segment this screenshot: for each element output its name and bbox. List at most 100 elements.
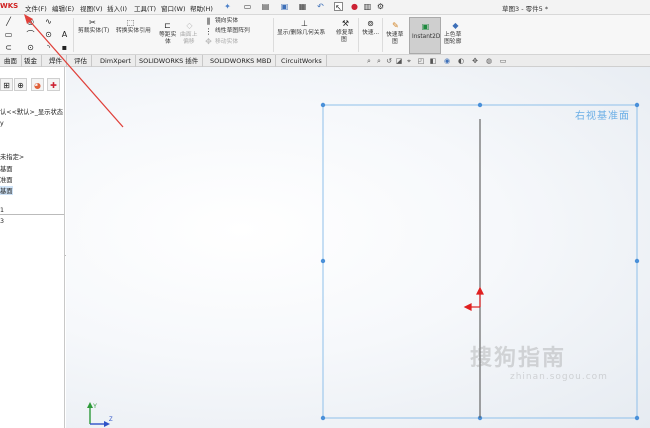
offset-entities-label[interactable]: 等距实 [159, 32, 176, 39]
convert-entities-icon[interactable]: ⬚ [126, 18, 135, 27]
rapid-sketch-label[interactable]: 快速草 [386, 32, 403, 39]
move-entities-icon[interactable]: ✥ [204, 37, 213, 46]
view-orientation-icon[interactable]: ◰ [417, 57, 425, 66]
offset-entities-icon[interactable]: ⊏ [163, 21, 172, 30]
spline-tool-icon[interactable]: ∿ [44, 17, 53, 26]
slot-tool-icon[interactable]: ⊂ [4, 43, 13, 52]
tree-material[interactable]: 未指定> [0, 152, 24, 161]
file-properties-icon[interactable]: ▥ [363, 2, 372, 11]
print-icon[interactable]: ▦ [298, 2, 307, 11]
relations-icon[interactable]: ⊥ [300, 19, 309, 28]
trim-button[interactable]: 剪裁实体(T) [78, 28, 109, 35]
configuration-tab[interactable]: ⊕ [14, 78, 27, 91]
text-tool-icon[interactable]: A [60, 30, 69, 39]
previous-view-icon[interactable]: ↺ [385, 57, 393, 66]
tree-right-plane[interactable]: 基面 [0, 186, 13, 195]
offset-surface-label[interactable]: 曲面上 [180, 32, 197, 39]
plane-handle[interactable] [477, 102, 483, 108]
repair-sketch-label-2[interactable]: 图 [341, 37, 347, 44]
shaded-sketch-icon[interactable]: ◆ [451, 21, 460, 30]
tree-item[interactable]: 3 [0, 218, 4, 225]
save-icon[interactable]: ▣ [280, 2, 289, 11]
pin-icon[interactable]: ✦ [223, 2, 232, 11]
shaded-sketch-label-2[interactable]: 图轮廓 [444, 39, 461, 46]
view-settings-icon[interactable]: ◍ [485, 57, 493, 66]
rapid-sketch-label-2[interactable]: 图 [392, 39, 398, 46]
select-pointer-icon[interactable]: ↖ [334, 2, 343, 12]
quick-snaps-icon[interactable]: ⊚ [366, 19, 375, 28]
menu-tools[interactable]: 工具(T) [134, 3, 156, 13]
tab-weldments[interactable]: 焊件 [45, 55, 67, 67]
rapid-sketch-icon[interactable]: ✎ [391, 21, 400, 30]
options-gear-icon[interactable]: ⚙ [376, 2, 385, 11]
tree-configuration[interactable]: 认<<默认>_显示状态 [0, 107, 63, 116]
zoom-to-fit-icon[interactable]: ⌕ [365, 57, 373, 66]
zoom-to-area-icon[interactable]: ⌕ [375, 57, 383, 66]
watermark: 搜狗指南 zhinan.sogou.com [470, 340, 608, 382]
shaded-sketch-label[interactable]: 上色草 [444, 32, 461, 39]
appearance-tab[interactable]: ◕ [31, 78, 44, 91]
apply-scene-icon[interactable]: ✥ [471, 57, 479, 66]
mirror-entities-button[interactable]: 镜向实体 [215, 18, 238, 25]
tree-item[interactable]: y [0, 120, 4, 127]
display-pane-icon[interactable]: ▭ [499, 57, 507, 66]
circle-tool-icon[interactable]: ◎ [26, 17, 35, 26]
tree-item[interactable]: 1 [0, 207, 4, 214]
tree-front-plane[interactable]: 基面 [0, 164, 13, 173]
linear-pattern-button[interactable]: 线性草图阵列 [215, 28, 250, 35]
section-view-icon[interactable]: ◪ [395, 57, 403, 66]
plane-handle[interactable] [634, 258, 640, 264]
instant2d-button[interactable]: ▣ Instant2D [409, 17, 441, 54]
plane-handle[interactable] [320, 415, 326, 421]
rebuild-icon[interactable]: ● [350, 2, 359, 11]
tab-dimxpert[interactable]: DimXpert [96, 55, 136, 67]
line-tool-icon[interactable]: ╱ [4, 17, 13, 26]
tree-top-plane[interactable]: 准面 [0, 175, 13, 184]
plane-handle[interactable] [634, 102, 640, 108]
display-delete-relations-button[interactable]: 显示/删除几何关系 [277, 30, 325, 37]
tab-solidworks-mbd[interactable]: SOLIDWORKS MBD [206, 55, 277, 67]
fillet-tool-icon[interactable]: ◝ [44, 43, 53, 52]
mirror-icon[interactable]: ⫼ [204, 17, 213, 26]
offset-surface-label-2[interactable]: 偏移 [183, 39, 195, 46]
offset-entities-label-2[interactable]: 体 [165, 39, 171, 46]
tab-evaluate[interactable]: 评估 [70, 55, 92, 67]
menu-view[interactable]: 视图(V) [80, 3, 103, 13]
property-manager-tab[interactable]: ⊞ [0, 78, 13, 91]
hide-show-items-icon[interactable]: ◉ [443, 57, 451, 66]
dynamic-annotation-icon[interactable]: ⌖ [405, 57, 413, 66]
convert-entities-button[interactable]: 转换实体引用 [116, 28, 151, 35]
move-entities-button[interactable]: 移动实体 [215, 39, 238, 46]
display-style-icon[interactable]: ◧ [429, 57, 437, 66]
edit-appearance-icon[interactable]: ◐ [457, 57, 465, 66]
repair-sketch-icon[interactable]: ⚒ [341, 19, 350, 28]
sketch-origin[interactable] [463, 286, 484, 311]
undo-icon[interactable]: ↶ [316, 2, 325, 11]
rollback-bar[interactable] [0, 214, 64, 215]
plane-handle[interactable] [320, 102, 326, 108]
plane-tool-icon[interactable]: ▪ [60, 43, 69, 52]
menu-edit[interactable]: 编辑(E) [52, 3, 74, 13]
tab-solidworks-addins[interactable]: SOLIDWORKS 插件 [135, 55, 204, 67]
trim-icon[interactable]: ✂ [88, 18, 97, 27]
plane-handle[interactable] [320, 258, 326, 264]
menu-window[interactable]: 窗口(W) [161, 3, 186, 13]
plane-handle[interactable] [634, 415, 640, 421]
menu-file[interactable]: 文件(F) [25, 3, 47, 13]
point-tool-icon[interactable]: ⊙ [26, 43, 35, 52]
tab-surfaces[interactable]: 曲面 [0, 55, 22, 67]
open-file-icon[interactable]: ▤ [261, 2, 270, 11]
quick-snaps-button[interactable]: 快速... [362, 30, 379, 37]
menu-insert[interactable]: 插入(I) [107, 3, 127, 13]
new-document-icon[interactable]: ▭ [243, 2, 252, 11]
tab-sheet-metal[interactable]: 钣金 [20, 55, 42, 67]
rectangle-tool-icon[interactable]: ▭ [4, 30, 13, 39]
arc-tool-icon[interactable]: ⌒ [26, 30, 35, 39]
ellipse-tool-icon[interactable]: ⊙ [44, 30, 53, 39]
repair-sketch-label[interactable]: 修复草 [336, 30, 353, 37]
tab-circuitworks[interactable]: CircuitWorks [277, 55, 327, 67]
linear-pattern-icon[interactable]: ⋮ [204, 27, 213, 36]
dimxpert-tab[interactable]: ✚ [47, 78, 60, 91]
menu-help[interactable]: 帮助(H) [190, 3, 213, 13]
offset-surface-icon[interactable]: ◇ [185, 21, 194, 30]
